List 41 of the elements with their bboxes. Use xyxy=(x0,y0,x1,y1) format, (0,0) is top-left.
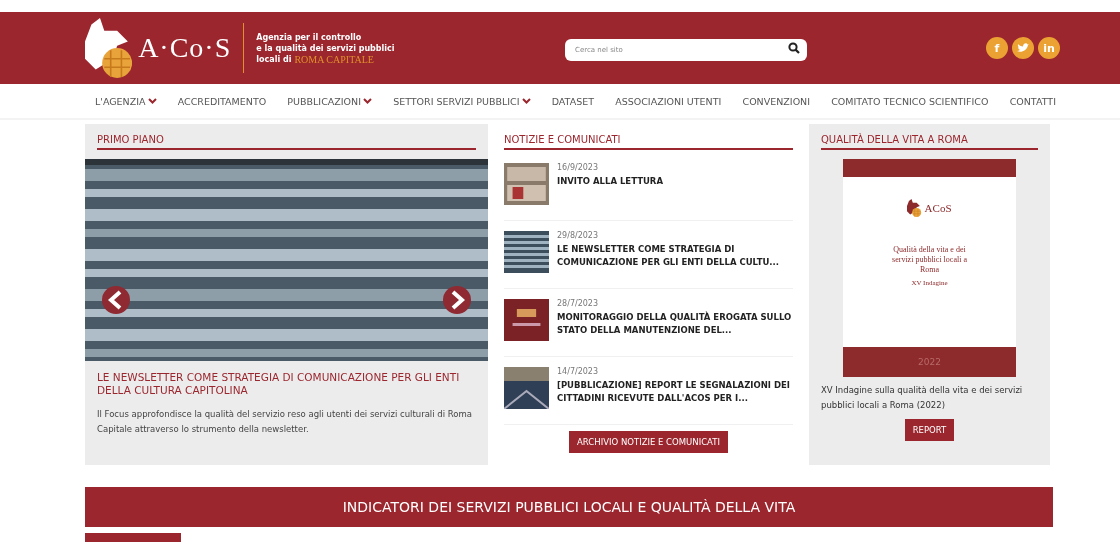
archive-button[interactable]: ARCHIVIO NOTIZIE E COMUNICATI xyxy=(569,431,728,453)
report-button[interactable]: REPORT xyxy=(904,419,955,441)
fox-logo-icon xyxy=(907,199,922,217)
news-date: 16/9/2023 xyxy=(557,163,600,172)
section-title: NOTIZIE E COMUNICATI xyxy=(504,134,793,150)
chevron-down-icon xyxy=(521,98,531,104)
cover-logo-text: ACoS xyxy=(924,202,952,214)
nav-link[interactable]: CONVENZIONI xyxy=(742,95,811,107)
article-summary: Il Focus approfondisce la qualità del servizio reso agli utenti dei servizi culturali di Roma Capitale attraverso lo strumento della newsletter. xyxy=(97,408,473,436)
nav-link[interactable]: COMITATO TECNICO SCIENTIFICO xyxy=(831,95,989,107)
news-title[interactable]: MONITORAGGIO DELLA QUALITÀ EROGATA SULLO STATO DELLA MANUTENZIONE DEL... xyxy=(557,311,793,337)
section-title: PRIMO PIANO xyxy=(97,134,476,150)
cover-year: 2022 xyxy=(918,357,941,367)
nav-link[interactable]: PUBBLICAZIONI xyxy=(287,95,361,107)
fox-logo-icon xyxy=(85,18,133,78)
news-date: 28/7/2023 xyxy=(557,299,600,308)
tagline-text: locali di xyxy=(256,53,292,65)
banner-title: INDICATORI DEI SERVIZI PUBBLICI LOCALI E QUALITÀ DELLA VITA xyxy=(342,499,796,515)
article-headline[interactable]: LE NEWSLETTER COME STRATEGIA DI COMUNICAZIONE PER GLI ENTI DELLA CULTURA CAPITOLINA xyxy=(97,371,476,397)
chevron-down-icon xyxy=(362,98,372,104)
news-title[interactable]: [PUBBLICAZIONE] REPORT LE SEGNALAZIONI DEI CITTADINI RICEVUTE DALL'ACOS PER I... xyxy=(557,379,793,405)
nav-link[interactable]: CONTATTI xyxy=(1009,95,1056,107)
tagline-text: e la qualità dei servizi pubblici xyxy=(256,42,395,54)
nav-link[interactable]: ASSOCIAZIONI UTENTI xyxy=(615,95,722,107)
news-title[interactable]: LE NEWSLETTER COME STRATEGIA DI COMUNICAZIONE PER GLI ENTI DELLA CULTU... xyxy=(557,243,793,269)
section-title: QUALITÀ DELLA VITA A ROMA xyxy=(821,134,1038,150)
bird-icon[interactable] xyxy=(1012,37,1034,59)
search-icon[interactable] xyxy=(788,42,800,54)
news-date: 29/8/2023 xyxy=(557,231,600,240)
report-caption: XV Indagine sulla qualità della vita e dei servizi pubblici locali a Roma (2022) xyxy=(821,384,1024,412)
nav-link[interactable]: SETTORI SERVIZI PUBBLICI xyxy=(393,95,520,107)
news-date: 14/7/2023 xyxy=(557,367,600,376)
tagline-highlight: ROMA CAPITALE xyxy=(294,53,374,65)
news-title[interactable]: INVITO ALLA LETTURA xyxy=(557,175,663,188)
nav-link[interactable]: L'AGENZIA xyxy=(95,95,146,107)
cover-title: Qualità della vita e dei servizi pubblici locali a Roma xyxy=(891,245,968,275)
nav-link[interactable]: DATASET xyxy=(551,95,594,107)
tagline-text: Agenzia per il controllo xyxy=(256,31,363,43)
chevron-down-icon xyxy=(147,98,157,104)
logo-text[interactable]: A·Co·S xyxy=(138,32,232,64)
nav-link[interactable]: ACCREDITAMENTO xyxy=(177,95,267,107)
